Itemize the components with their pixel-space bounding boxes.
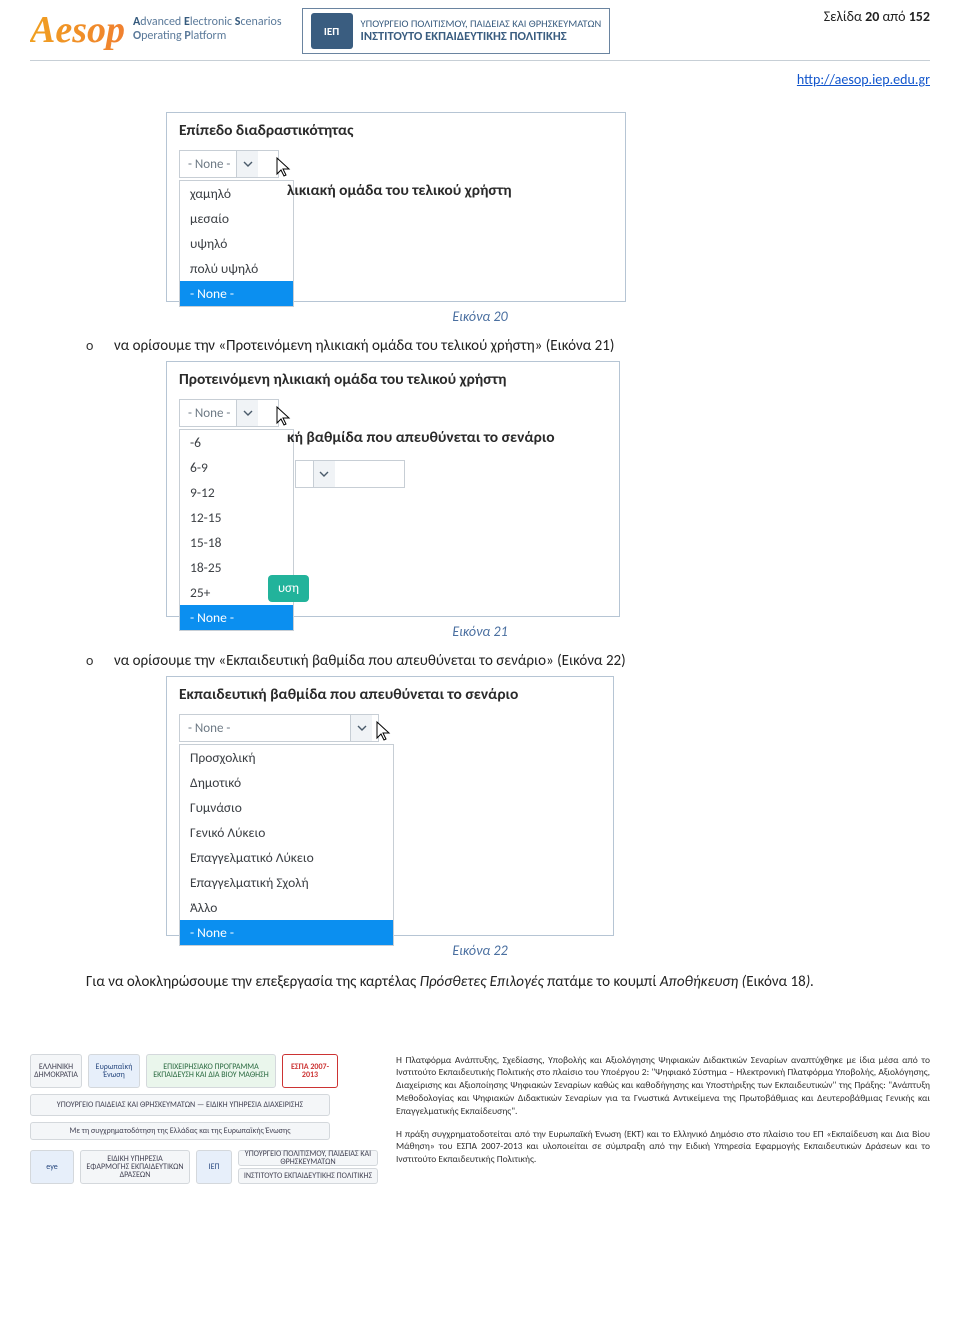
eye-subtitle: ΕΙΔΙΚΗ ΥΠΗΡΕΣΙΑ ΕΦΑΡΜΟΓΗΣ ΕΚΠΑΙΔΕΥΤΙΚΩΝ … [80,1150,190,1184]
fig21-opt-2[interactable]: 9-12 [180,480,293,505]
fig22-opt-1[interactable]: Δημοτικό [180,770,393,795]
iep-mark-icon: ΙΕΠ [311,13,353,49]
fig22-title: Εκπαιδευτική βαθμίδα που απευθύνεται το … [179,685,601,704]
footer-text: Η Πλατφόρμα Ανάπτυξης, Σχεδίασης, Υποβολ… [396,1054,930,1177]
bullet-1-text: να ορίσουμε την «Προτεινόμενη ηλικιακή ο… [114,337,614,355]
figure-22: Εκπαιδευτική βαθμίδα που απευθύνεται το … [166,676,614,936]
fig20-overlay-title: λικιακή ομάδα του τελικού χρήστη [287,181,512,200]
eye-logo-icon: eye [30,1150,74,1184]
iep-footer-line1: ΥΠΟΥΡΓΕΙΟ ΠΟΛΙΤΙΣΜΟΥ, ΠΑΙΔΕΙΑΣ ΚΑΙ ΘΡΗΣΚ… [238,1150,378,1166]
greece-emblem-icon: ΕΛΛΗΝΙΚΗ ΔΗΜΟΚΡΑΤΙΑ [30,1054,82,1088]
fig21-title: Προτεινόμενη ηλικιακή ομάδα του τελικού … [179,370,607,389]
chevron-down-icon [236,151,258,177]
closing-paragraph: Για να ολοκληρώσουμε την επεξεργασία της… [86,971,874,994]
fig22-opt-4[interactable]: Επαγγελματικό Λύκειο [180,845,393,870]
fig21-save-button-fragment[interactable]: υση [268,575,309,602]
bullet-2: o να ορίσουμε την «Εκπαιδευτική βαθμίδα … [86,652,930,670]
bullet-1: o να ορίσουμε την «Προτεινόμενη ηλικιακή… [86,337,930,355]
fig20-select[interactable]: - None - [179,150,279,178]
figure-20: Επίπεδο διαδραστικότητας - None - λικιακ… [166,112,626,302]
fig22-dropdown[interactable]: Προσχολική Δημοτικό Γυμνάσιο Γενικό Λύκε… [179,744,394,946]
header-link[interactable]: http://aesop.iep.edu.gr [797,71,930,88]
fig20-opt-4[interactable]: - None - [180,281,293,306]
epeaek-logo: ΕΠΙΧΕΙΡΗΣΙΑΚΟ ΠΡΟΓΡΑΜΜΑ ΕΚΠΑΙΔΕΥΣΗ ΚΑΙ Δ… [146,1054,276,1088]
chevron-down-icon [236,400,258,426]
bullet-marker: o [86,652,100,670]
bullet-2-text: να ορίσουμε την «Εκπαιδευτική βαθμίδα πο… [114,652,626,670]
iep-logo-box: ΙΕΠ ΥΠΟΥΡΓΕΙΟ ΠΟΛΙΤΙΣΜΟΥ, ΠΑΙΔΕΙΑΣ ΚΑΙ Θ… [302,8,611,54]
fig21-opt-3[interactable]: 12-15 [180,505,293,530]
page-header: Aesop Advanced Electronic Scenarios Oper… [30,0,930,61]
fig21-opt-1[interactable]: 6-9 [180,455,293,480]
fig20-dropdown[interactable]: χαμηλό μεσαίο υψηλό πολύ υψηλό - None - [179,180,294,307]
fig20-caption: Εικόνα 20 [30,308,930,325]
fig21-opt-4[interactable]: 15-18 [180,530,293,555]
fig21-opt-7[interactable]: - None - [180,605,293,630]
fig20-opt-1[interactable]: μεσαίο [180,206,293,231]
fig21-overlay-title: κή βαθμίδα που απευθύνεται το σενάριο [287,428,555,447]
iep-name-line: ΙΝΣΤΙΤΟΥΤΟ ΕΚΠΑΙΔΕΥΤΙΚΗΣ ΠΟΛΙΤΙΚΗΣ [361,30,602,44]
ypepth-line: ΥΠΟΥΡΓΕΙΟ ΠΑΙΔΕΙΑΣ ΚΑΙ ΘΡΗΣΚΕΥΜΑΤΩΝ — ΕΙ… [30,1094,330,1116]
fig22-opt-7[interactable]: - None - [180,920,393,945]
figure-21: Προτεινόμενη ηλικιακή ομάδα του τελικού … [166,361,620,617]
fig21-select[interactable]: - None - [179,399,279,427]
cofinance-line: Με τη συγχρηματοδότηση της Ελλάδας και τ… [30,1122,330,1140]
fig20-opt-0[interactable]: χαμηλό [180,181,293,206]
iep-small-icon: ΙΕΠ [196,1150,232,1184]
fig22-caption: Εικόνα 22 [30,942,930,959]
fig22-opt-2[interactable]: Γυμνάσιο [180,795,393,820]
footer-logos: ΕΛΛΗΝΙΚΗ ΔΗΜΟΚΡΑΤΙΑ Ευρωπαϊκή Ένωση ΕΠΙΧ… [30,1054,380,1184]
espa-logo: ΕΣΠΑ 2007-2013 [282,1054,338,1088]
iep-footer-line2: ΙΝΣΤΙΤΟΥΤΟ ΕΚΠΑΙΔΕΥΤΙΚΗΣ ΠΟΛΙΤΙΚΗΣ [238,1168,378,1184]
chevron-down-icon [313,461,335,487]
page-number: Σελίδα 20 από 152 [824,8,930,25]
chevron-down-icon [350,715,372,741]
aesop-logo: Aesop Advanced Electronic Scenarios Oper… [30,8,282,52]
fig20-opt-2[interactable]: υψηλό [180,231,293,256]
fig22-opt-5[interactable]: Επαγγελματική Σχολή [180,870,393,895]
aesop-subtitle: Advanced Electronic Scenarios Operating … [133,16,282,44]
fig22-opt-6[interactable]: Άλλο [180,895,393,920]
fig21-secondary-select[interactable] [295,460,405,488]
fig22-opt-3[interactable]: Γενικό Λύκειο [180,820,393,845]
page-footer: ΕΛΛΗΝΙΚΗ ΔΗΜΟΚΡΑΤΙΑ Ευρωπαϊκή Ένωση ΕΠΙΧ… [30,1054,930,1184]
bullet-marker: o [86,337,100,355]
fig20-title: Επίπεδο διαδραστικότητας [179,121,613,140]
fig21-opt-0[interactable]: -6 [180,430,293,455]
fig22-select[interactable]: - None - [179,714,379,742]
fig22-opt-0[interactable]: Προσχολική [180,745,393,770]
fig20-opt-3[interactable]: πολύ υψηλό [180,256,293,281]
eu-flag-icon: Ευρωπαϊκή Ένωση [88,1054,140,1088]
fig21-caption: Εικόνα 21 [30,623,930,640]
aesop-wordmark: Aesop [30,8,125,52]
